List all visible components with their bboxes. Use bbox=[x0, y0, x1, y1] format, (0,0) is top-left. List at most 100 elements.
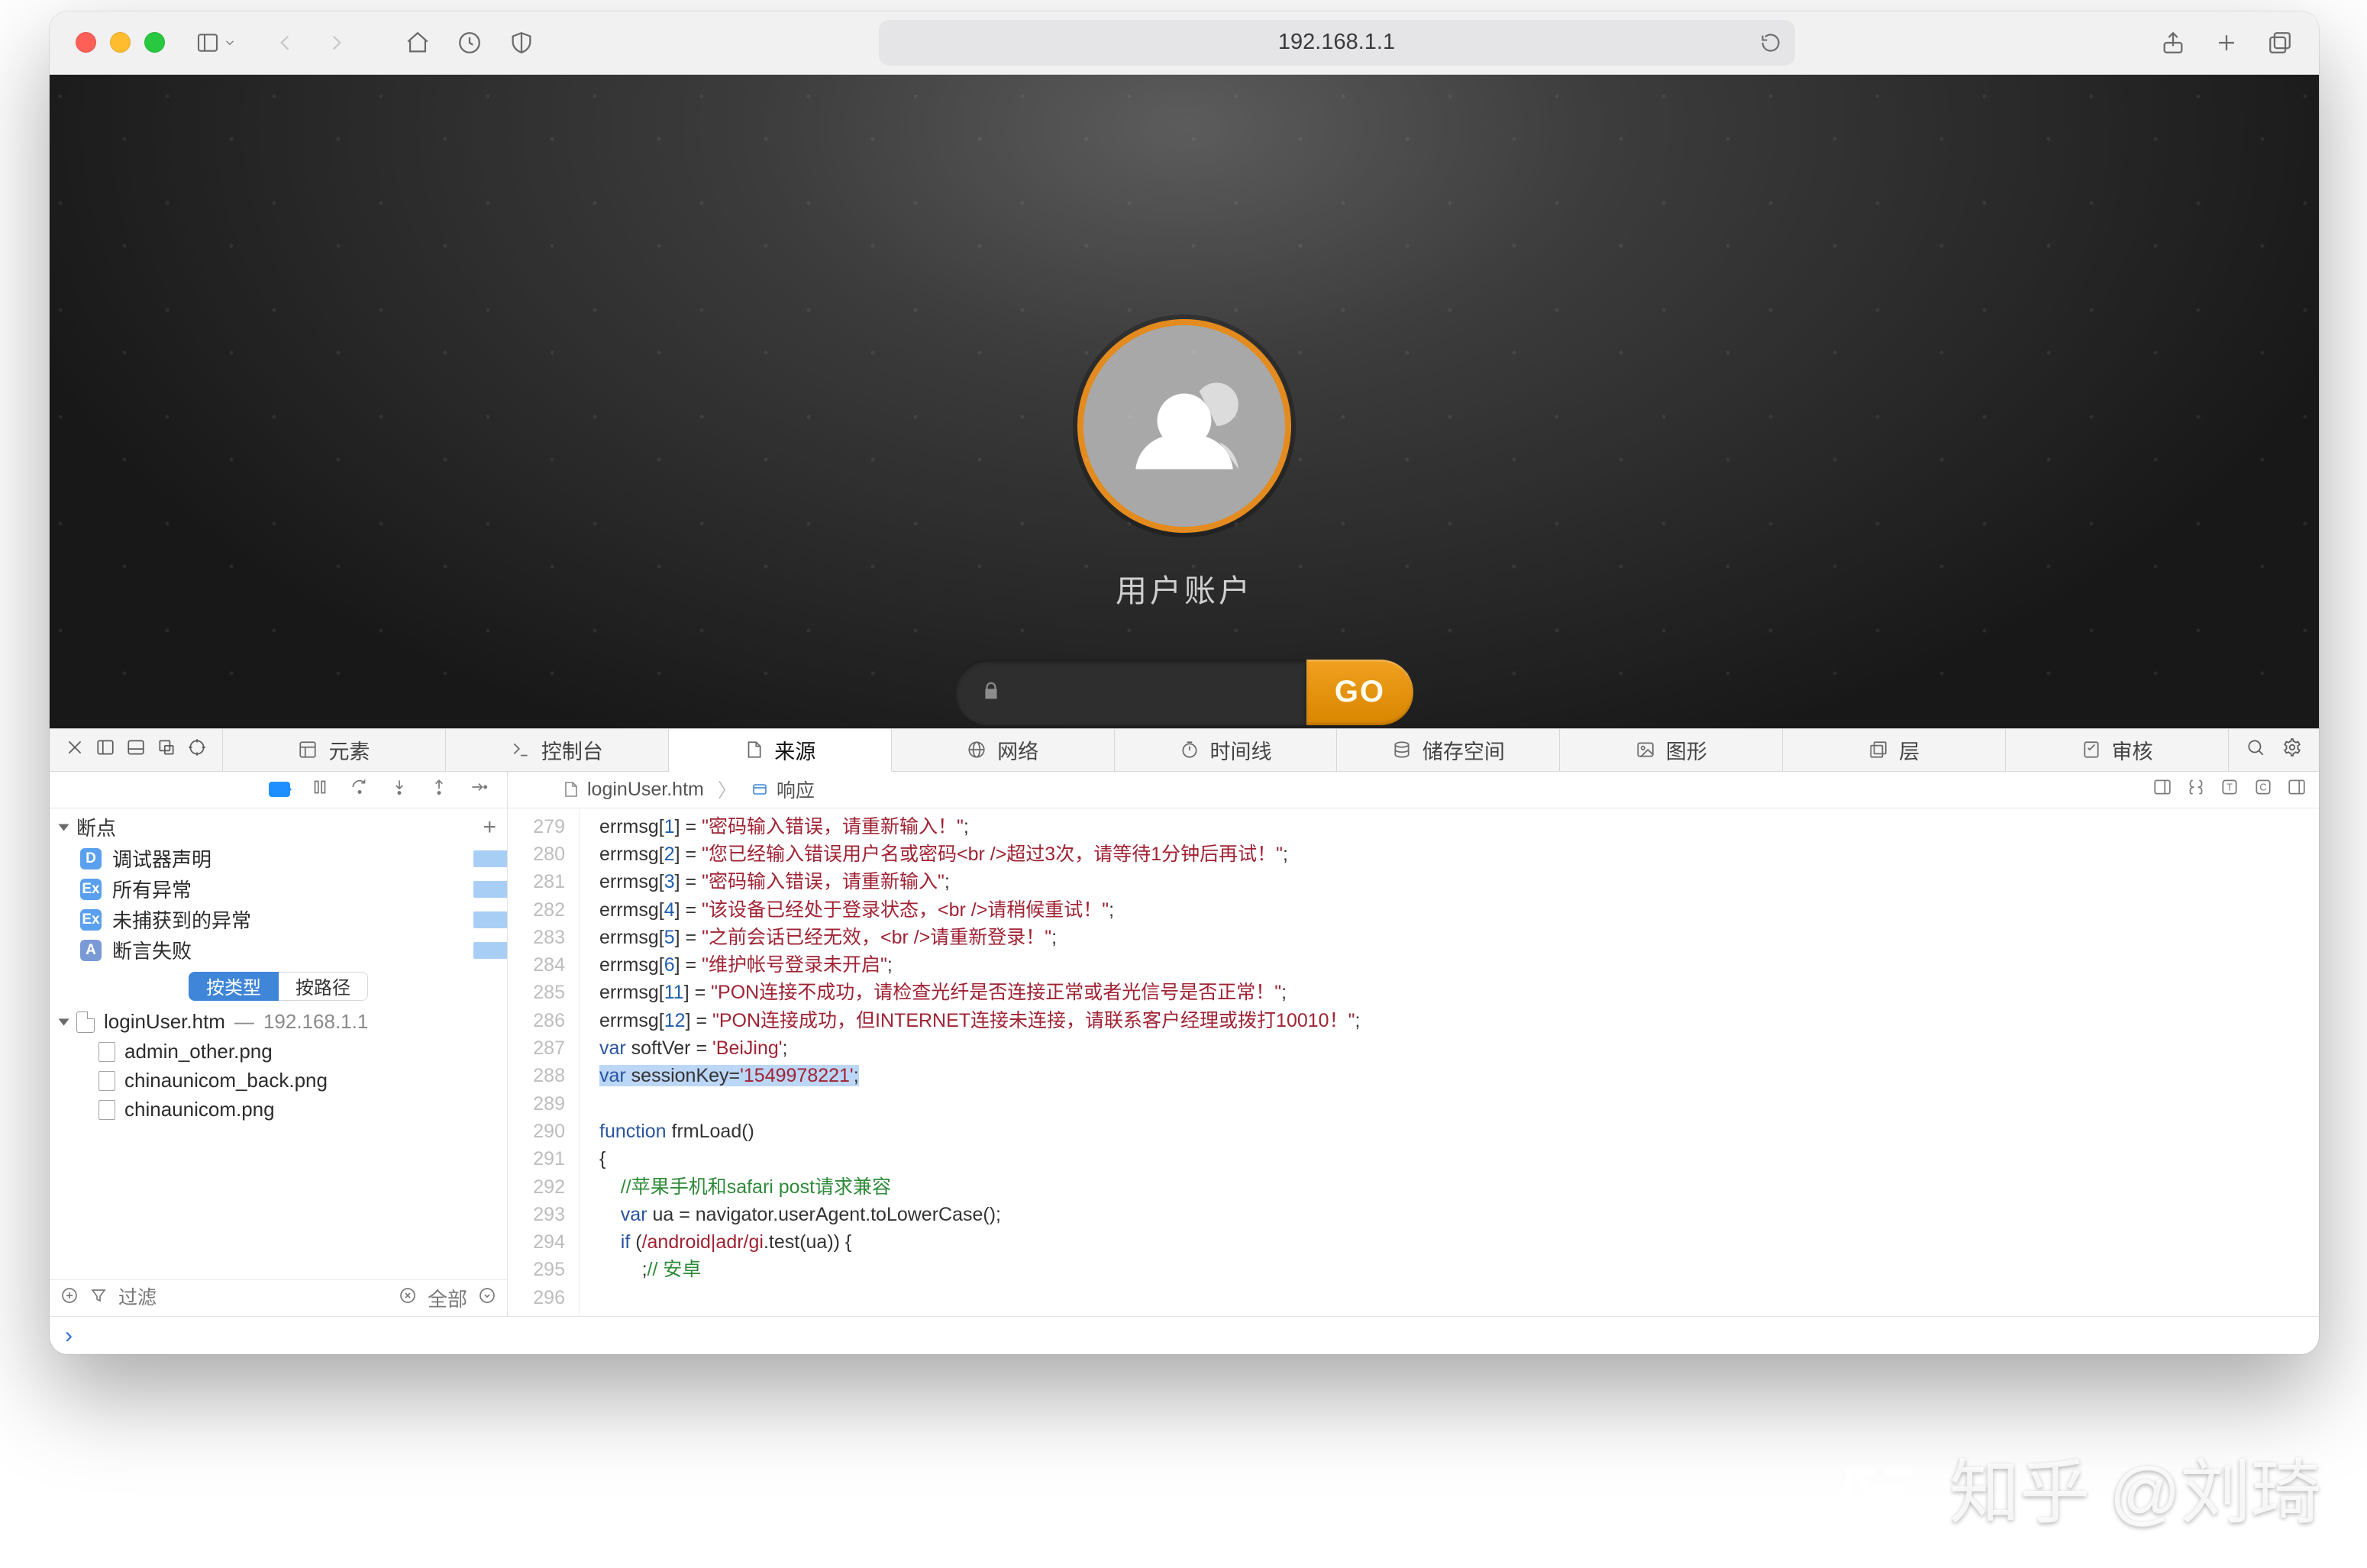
chevron-left-icon bbox=[272, 30, 298, 56]
step-over-button[interactable] bbox=[350, 777, 370, 802]
breakpoint-label: 所有异常 bbox=[112, 875, 192, 903]
nav-forward-button[interactable] bbox=[324, 25, 350, 60]
tab-graphics[interactable]: 图形 bbox=[1560, 729, 1783, 771]
dock-popout-icon[interactable] bbox=[157, 737, 176, 763]
globe-icon bbox=[967, 740, 987, 760]
privacy-button[interactable] bbox=[509, 25, 534, 60]
breakpoint-label: 断言失败 bbox=[112, 936, 192, 964]
home-button[interactable] bbox=[405, 25, 431, 60]
disclosure-triangle-icon bbox=[59, 1018, 69, 1025]
toggle-details-icon[interactable] bbox=[2287, 777, 2307, 802]
breakpoints-header[interactable]: 断点 + bbox=[50, 811, 507, 844]
clock-icon bbox=[457, 30, 483, 56]
breakpoint-item[interactable]: Ex 所有异常 bbox=[50, 874, 507, 905]
window-close-button[interactable] bbox=[76, 32, 96, 53]
seg-by-path[interactable]: 按路径 bbox=[279, 972, 368, 1001]
file-icon bbox=[561, 780, 580, 799]
breakpoint-flag-icon[interactable] bbox=[473, 850, 507, 867]
tab-layers[interactable]: 层 bbox=[1783, 729, 2006, 771]
tabs-overview-button[interactable] bbox=[2267, 25, 2293, 60]
inspect-element-button[interactable] bbox=[187, 737, 207, 763]
file-icon bbox=[76, 1011, 95, 1033]
new-tab-button[interactable] bbox=[2214, 25, 2239, 60]
search-icon[interactable] bbox=[2246, 737, 2265, 763]
step-button[interactable] bbox=[469, 777, 489, 802]
lock-icon bbox=[981, 679, 1001, 705]
breakpoint-label: 调试器声明 bbox=[112, 844, 212, 873]
breakpoint-badge: Ex bbox=[80, 879, 102, 900]
address-bar[interactable]: 192.168.1.1 bbox=[879, 20, 1795, 66]
type-profile-icon[interactable]: T bbox=[2220, 777, 2239, 802]
breakpoint-badge: A bbox=[80, 940, 102, 961]
debugger-sidebar: 断点 + D 调试器声明 Ex 所有异常 Ex 未捕获到的异常 A 断言失败 按… bbox=[50, 772, 508, 1316]
toggle-right-side-icon[interactable] bbox=[2152, 777, 2172, 802]
breakpoint-marker-icon[interactable] bbox=[269, 782, 290, 797]
step-out-button[interactable] bbox=[429, 777, 449, 802]
tab-console[interactable]: 控制台 bbox=[446, 729, 669, 771]
sidebar-toggle-button[interactable] bbox=[195, 25, 237, 60]
devtools-panel: 元素 控制台 来源 网络 时间线 储存空间 图形 层 审核 bbox=[50, 728, 2319, 1354]
dock-left-icon[interactable] bbox=[95, 737, 115, 763]
house-icon bbox=[405, 30, 431, 56]
coverage-icon[interactable]: C bbox=[2253, 777, 2273, 802]
close-devtools-button[interactable] bbox=[65, 737, 85, 763]
share-button[interactable] bbox=[2160, 25, 2186, 60]
svg-text:C: C bbox=[2259, 781, 2266, 792]
window-minimize-button[interactable] bbox=[110, 32, 131, 53]
users-icon bbox=[1119, 361, 1249, 491]
console-drawer[interactable]: › bbox=[50, 1316, 2319, 1354]
filter-input[interactable] bbox=[118, 1287, 388, 1309]
breakpoint-item[interactable]: Ex 未捕获到的异常 bbox=[50, 905, 507, 935]
login-form: GO bbox=[955, 660, 1413, 725]
breakpoint-flag-icon[interactable] bbox=[473, 881, 507, 898]
clear-filter-button[interactable] bbox=[399, 1286, 417, 1310]
breadcrumb-file[interactable]: loginUser.htm bbox=[561, 779, 704, 801]
image-icon bbox=[1636, 740, 1655, 760]
sidebar-icon bbox=[195, 31, 220, 55]
scope-label[interactable]: 全部 bbox=[428, 1284, 467, 1312]
breadcrumb-response[interactable]: 响应 bbox=[751, 776, 815, 803]
seg-by-type[interactable]: 按类型 bbox=[189, 972, 279, 1001]
tab-timeline[interactable]: 时间线 bbox=[1115, 729, 1338, 771]
checklist-icon bbox=[2081, 740, 2101, 760]
nav-back-button[interactable] bbox=[272, 25, 298, 60]
breakpoint-flag-icon[interactable] bbox=[473, 942, 507, 959]
reload-button[interactable] bbox=[1760, 25, 1781, 60]
chevron-right-icon bbox=[324, 30, 350, 56]
breakpoint-item[interactable]: A 断言失败 bbox=[50, 935, 507, 966]
resource-item[interactable]: chinaunicom_back.png bbox=[50, 1066, 507, 1095]
layers-icon bbox=[1868, 740, 1888, 760]
source-code-pane: loginUser.htm 〉 响应 T C bbox=[508, 772, 2319, 1316]
dock-bottom-icon[interactable] bbox=[126, 737, 146, 763]
tab-audit[interactable]: 审核 bbox=[2006, 729, 2229, 771]
image-file-icon bbox=[98, 1100, 115, 1120]
tab-elements[interactable]: 元素 bbox=[223, 729, 446, 771]
login-submit-button[interactable]: GO bbox=[1306, 660, 1413, 725]
add-breakpoint-button[interactable]: + bbox=[483, 815, 496, 840]
url-text: 192.168.1.1 bbox=[1278, 30, 1395, 55]
pause-button[interactable] bbox=[310, 777, 330, 802]
breakpoint-flag-icon[interactable] bbox=[473, 911, 507, 928]
user-avatar bbox=[1077, 319, 1291, 533]
tab-network[interactable]: 网络 bbox=[892, 729, 1115, 771]
console-icon bbox=[511, 740, 531, 760]
history-button[interactable] bbox=[457, 25, 483, 60]
step-into-button[interactable] bbox=[389, 777, 409, 802]
resource-item[interactable]: admin_other.png bbox=[50, 1037, 507, 1066]
format-code-icon[interactable] bbox=[2186, 777, 2206, 802]
window-maximize-button[interactable] bbox=[144, 32, 165, 53]
source-file-row[interactable]: loginUser.htm — 192.168.1.1 bbox=[50, 1007, 507, 1037]
tab-sources[interactable]: 来源 bbox=[669, 729, 892, 772]
resource-item[interactable]: chinaunicom.png bbox=[50, 1095, 507, 1124]
plus-icon bbox=[2214, 30, 2239, 56]
add-source-button[interactable] bbox=[60, 1286, 79, 1310]
breakpoint-item[interactable]: D 调试器声明 bbox=[50, 844, 507, 874]
devtools-tablist: 元素 控制台 来源 网络 时间线 储存空间 图形 层 审核 bbox=[50, 729, 2319, 772]
watermark: 知乎 @刘琦 bbox=[1835, 1436, 2321, 1537]
window-controls bbox=[76, 32, 165, 53]
settings-icon[interactable] bbox=[2282, 737, 2302, 763]
tab-storage[interactable]: 储存空间 bbox=[1337, 729, 1560, 771]
page-content: 用户账户 GO bbox=[50, 75, 2319, 728]
code-editor[interactable]: 2792802812822832842852862872882892902912… bbox=[508, 808, 2319, 1316]
password-input[interactable] bbox=[955, 660, 1306, 725]
